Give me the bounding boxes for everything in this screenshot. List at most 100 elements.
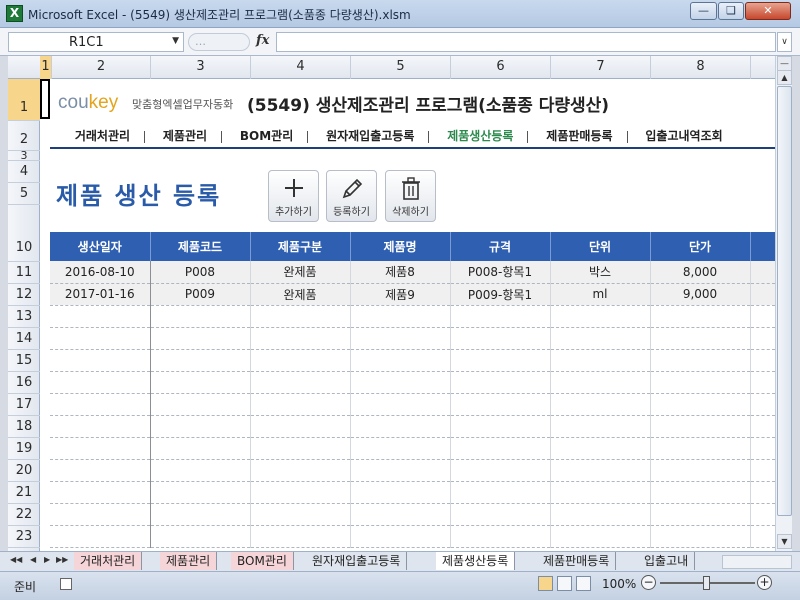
table-cell[interactable] (150, 437, 251, 460)
page-layout-view-icon[interactable] (557, 576, 572, 591)
header-product-name[interactable]: 제품명 (350, 232, 451, 261)
vertical-scrollbar[interactable]: ― ▲ ▼ (775, 56, 792, 551)
row-header[interactable]: 4 (8, 161, 40, 183)
nav-item-materials-io[interactable]: 원자재입출고등록 (326, 123, 414, 147)
column-header[interactable]: 6 (451, 56, 551, 79)
table-row[interactable] (50, 459, 775, 482)
table-row[interactable] (50, 437, 775, 460)
prev-sheet-icon[interactable]: ◀ (30, 555, 36, 564)
expand-formula-icon[interactable]: ∨ (777, 32, 792, 52)
table-cell[interactable] (450, 305, 551, 328)
row-header[interactable]: 1 (8, 79, 40, 121)
zoom-out-icon[interactable]: − (641, 575, 656, 590)
table-cell[interactable] (650, 525, 751, 548)
row-header[interactable]: 17 (8, 394, 40, 416)
table-cell[interactable] (450, 437, 551, 460)
nav-item-production[interactable]: 제품생산등록 (447, 123, 513, 147)
header-production-date[interactable]: 생산일자 (50, 232, 151, 261)
table-row[interactable] (50, 415, 775, 438)
row-header[interactable]: 19 (8, 438, 40, 460)
table-cell[interactable]: 완제품 (250, 261, 351, 284)
table-cell[interactable] (250, 525, 351, 548)
table-cell[interactable] (750, 393, 775, 416)
header-spec[interactable]: 규격 (450, 232, 551, 261)
row-header[interactable]: 2 (8, 121, 40, 151)
sheet-tab-sales[interactable]: 제품판매등록 (537, 552, 617, 570)
table-cell[interactable] (550, 437, 651, 460)
table-cell[interactable]: 완제품 (250, 283, 351, 306)
table-cell[interactable] (450, 481, 551, 504)
close-button[interactable]: ✕ (745, 2, 791, 20)
row-header[interactable]: 11 (8, 262, 40, 284)
table-cell[interactable] (650, 305, 751, 328)
table-cell[interactable] (250, 371, 351, 394)
table-cell[interactable] (450, 459, 551, 482)
nav-item-io-history[interactable]: 입출고내역조회 (645, 123, 722, 147)
column-header[interactable]: 8 (651, 56, 751, 79)
table-cell[interactable]: 9,000 (650, 283, 751, 306)
table-cell[interactable]: P009-항목1 (450, 283, 551, 306)
table-cell[interactable] (450, 371, 551, 394)
table-cell[interactable] (450, 415, 551, 438)
restore-button[interactable]: ❑ (718, 2, 744, 20)
table-cell[interactable] (250, 393, 351, 416)
last-sheet-icon[interactable]: ▶▶ (56, 555, 68, 564)
table-cell[interactable] (50, 327, 151, 350)
table-cell[interactable] (550, 349, 651, 372)
table-cell[interactable] (150, 305, 251, 328)
table-cell[interactable] (550, 481, 651, 504)
table-cell[interactable] (750, 525, 775, 548)
table-cell[interactable] (550, 305, 651, 328)
scroll-down-icon[interactable]: ▼ (777, 534, 792, 549)
table-cell[interactable] (50, 371, 151, 394)
table-cell[interactable] (350, 349, 451, 372)
sheet-tab-materials-io[interactable]: 원자재입출고등록 (306, 552, 408, 570)
table-row[interactable] (50, 481, 775, 504)
table-cell[interactable] (650, 393, 751, 416)
table-row[interactable] (50, 525, 775, 548)
scroll-up-icon[interactable]: ▲ (777, 70, 792, 85)
table-cell[interactable]: P008 (150, 261, 251, 284)
nav-item-products[interactable]: 제품관리 (163, 123, 207, 147)
table-cell[interactable] (150, 503, 251, 526)
table-cell[interactable] (450, 393, 551, 416)
table-cell[interactable] (150, 371, 251, 394)
table-cell[interactable] (350, 525, 451, 548)
header-unit[interactable]: 단위 (550, 232, 651, 261)
table-cell[interactable]: ml (550, 283, 651, 306)
table-cell[interactable] (250, 481, 351, 504)
zoom-slider-thumb[interactable] (703, 576, 710, 590)
column-header[interactable]: 5 (351, 56, 451, 79)
row-header[interactable]: 20 (8, 460, 40, 482)
table-cell[interactable] (750, 327, 775, 350)
row-header[interactable]: 5 (8, 183, 40, 205)
row-header[interactable]: 3 (8, 150, 40, 161)
table-cell[interactable] (650, 459, 751, 482)
table-cell[interactable] (50, 481, 151, 504)
worksheet[interactable]: coukey 맞춤형엑셀업무자동화 (5549) 생산제조관리 프로그램(소품종… (40, 79, 775, 551)
column-header[interactable]: 3 (151, 56, 251, 79)
table-cell[interactable] (350, 415, 451, 438)
table-cell[interactable] (650, 349, 751, 372)
next-sheet-icon[interactable]: ▶ (44, 555, 50, 564)
table-cell[interactable] (50, 503, 151, 526)
table-cell[interactable] (50, 415, 151, 438)
table-cell[interactable] (350, 393, 451, 416)
column-header[interactable]: 4 (251, 56, 351, 79)
minimize-button[interactable]: — (690, 2, 717, 20)
row-header[interactable]: 22 (8, 504, 40, 526)
table-cell[interactable] (750, 481, 775, 504)
table-row[interactable] (50, 327, 775, 350)
table-cell[interactable] (150, 481, 251, 504)
table-cell[interactable] (350, 503, 451, 526)
row-header[interactable]: 14 (8, 328, 40, 350)
table-cell[interactable] (350, 459, 451, 482)
table-cell[interactable] (450, 503, 551, 526)
sheet-tab-customers[interactable]: 거래처관리 (74, 552, 143, 570)
row-header[interactable]: 10 (8, 205, 40, 262)
table-row[interactable]: 2016-08-10 P008 완제품 제품8 P008-항목1 박스 8,00… (50, 261, 775, 284)
formula-input[interactable] (276, 32, 776, 52)
table-cell[interactable]: P008-항목1 (450, 261, 551, 284)
table-cell[interactable] (250, 349, 351, 372)
column-header[interactable]: 2 (52, 56, 151, 79)
